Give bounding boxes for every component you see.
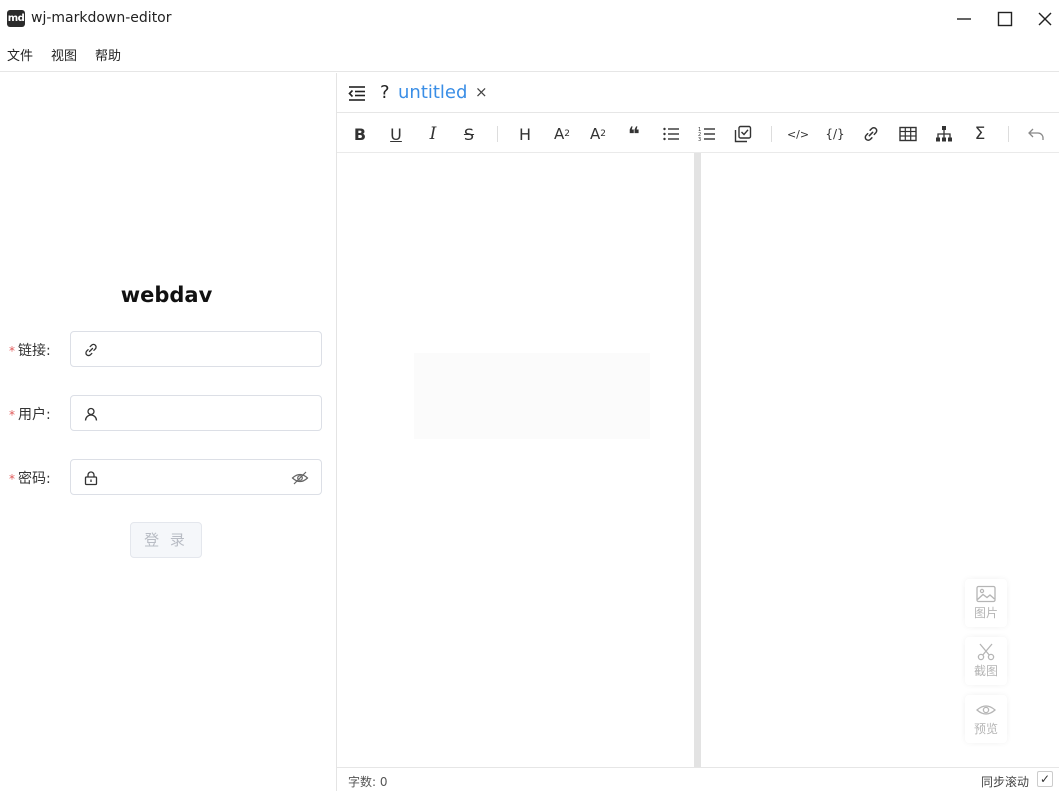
preview-button[interactable]: 预览 (965, 695, 1007, 743)
word-count: 字数: 0 (348, 775, 388, 789)
editor-toolbar: B U I S H A2 A2 ❝ 1 2 3 </> {/} Σ (337, 114, 1059, 153)
svg-text:3: 3 (698, 137, 701, 143)
inline-code-button[interactable]: {/} (824, 123, 846, 145)
tab-bar: ? untitled × (337, 73, 1059, 113)
subscript-mark: 2 (564, 129, 570, 139)
scissors-icon (977, 643, 995, 661)
url-input[interactable] (107, 333, 287, 365)
toolbar-divider (1008, 126, 1009, 142)
heading-button[interactable]: H (514, 123, 536, 145)
sync-scroll-label: 同步滚动 (980, 775, 1029, 789)
status-bar: 字数: 0 同步滚动 ✓ (337, 767, 1059, 791)
tab-help-icon[interactable]: ? (380, 82, 390, 103)
bold-button[interactable]: B (349, 123, 371, 145)
webdav-title: webdav (120, 283, 213, 307)
unordered-list-button[interactable] (660, 123, 682, 145)
table-icon (899, 126, 917, 142)
link-button[interactable] (860, 123, 882, 145)
webdav-panel: webdav * 链接: * 用户: * 密码: 登 录 (0, 73, 337, 791)
user-label: * 用户: (9, 404, 51, 424)
sitemap-icon (936, 126, 952, 142)
minimize-button[interactable] (949, 6, 979, 32)
screenshot-button[interactable]: 截图 (965, 637, 1007, 685)
toolbar-divider (497, 126, 498, 142)
user-label-text: 用户: (18, 407, 51, 423)
menu-help[interactable]: 帮助 (95, 45, 121, 64)
url-input-box[interactable] (70, 331, 322, 367)
superscript-button[interactable]: A2 (587, 123, 609, 145)
toolbar-divider (771, 126, 772, 142)
image-icon (976, 585, 996, 603)
maximize-icon (997, 11, 1013, 27)
app-logo-icon: md (7, 10, 25, 27)
minimize-icon (957, 18, 971, 20)
superscript-letter: A (590, 125, 601, 143)
user-input[interactable] (107, 397, 287, 429)
italic-button[interactable]: I (422, 123, 444, 145)
login-button[interactable]: 登 录 (130, 522, 202, 558)
link-icon (864, 127, 878, 141)
markdown-editor-pane[interactable] (337, 153, 694, 767)
insert-image-label: 图片 (973, 606, 998, 620)
sync-scroll-checkbox[interactable]: ✓ (1037, 771, 1053, 787)
preview-label: 预览 (973, 722, 998, 736)
tab-untitled[interactable]: untitled (398, 82, 467, 103)
eye-off-icon[interactable] (291, 470, 309, 486)
password-label-text: 密码: (18, 471, 51, 487)
pane-splitter[interactable] (694, 153, 701, 767)
task-list-icon (734, 125, 752, 143)
url-label-text: 链接: (18, 343, 51, 359)
password-label: * 密码: (9, 468, 51, 488)
password-input[interactable] (107, 461, 287, 493)
underline-button[interactable]: U (385, 123, 407, 145)
menu-view[interactable]: 视图 (51, 45, 77, 64)
required-mark: * (9, 472, 15, 486)
eye-icon (976, 705, 996, 715)
subscript-button[interactable]: A2 (551, 123, 573, 145)
formula-button[interactable]: Σ (969, 123, 991, 145)
undo-button[interactable] (1025, 123, 1047, 145)
unordered-list-icon (663, 127, 679, 141)
required-mark: * (9, 344, 15, 358)
close-icon (1038, 12, 1052, 26)
window-title: wj-markdown-editor (31, 10, 172, 26)
superscript-mark: 2 (600, 129, 606, 139)
tab-close-button[interactable]: × (475, 83, 488, 101)
menu-file[interactable]: 文件 (7, 45, 33, 64)
password-input-box[interactable] (70, 459, 322, 495)
strikethrough-button[interactable]: S (458, 123, 480, 145)
task-list-button[interactable] (732, 123, 754, 145)
insert-image-button[interactable]: 图片 (965, 579, 1007, 627)
table-button[interactable] (897, 123, 919, 145)
editor-placeholder-area (414, 353, 650, 439)
ordered-list-icon: 1 2 3 (698, 127, 715, 143)
screenshot-label: 截图 (973, 664, 998, 678)
quote-button[interactable]: ❝ (623, 122, 645, 146)
url-label: * 链接: (9, 340, 51, 360)
menu-bar: 文件 视图 帮助 (0, 38, 1059, 72)
subscript-letter: A (554, 125, 565, 143)
password-form-row: * 密码: (0, 459, 337, 495)
maximize-button[interactable] (990, 6, 1020, 32)
lock-icon (84, 471, 98, 486)
user-icon (84, 407, 98, 421)
ordered-list-button[interactable]: 1 2 3 (696, 123, 718, 145)
user-input-box[interactable] (70, 395, 322, 431)
link-icon (85, 343, 97, 357)
diagram-button[interactable] (933, 123, 955, 145)
required-mark: * (9, 408, 15, 422)
undo-icon (1028, 128, 1044, 140)
outline-toggle-icon[interactable] (348, 84, 366, 102)
close-window-button[interactable] (1030, 6, 1059, 32)
code-block-button[interactable]: </> (787, 123, 809, 145)
url-form-row: * 链接: (0, 331, 337, 367)
user-form-row: * 用户: (0, 395, 337, 431)
title-bar: md wj-markdown-editor (0, 0, 1059, 38)
